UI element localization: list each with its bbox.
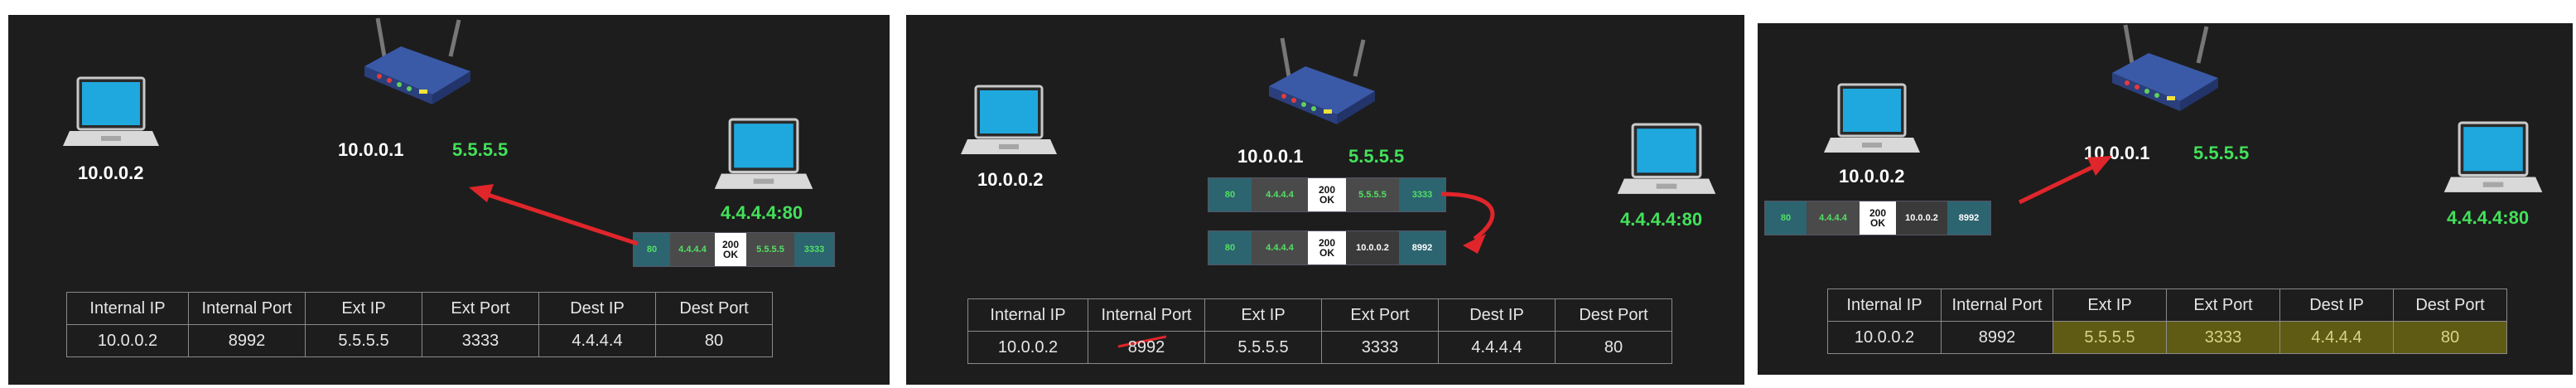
table-cell: 3333 [1321,331,1439,364]
table-header-cell: Dest IP [538,292,656,325]
table-header-cell: Internal Port [1088,298,1205,332]
table-row: 10.0.0.2 8992 5.5.5.5 3333 4.4.4.4 80 [66,324,773,357]
table-header-cell: Ext Port [1321,298,1439,332]
table-header-cell: Dest Port [655,292,773,325]
table-header-cell: Ext Port [2166,289,2280,322]
table-cell: 4.4.4.4 [1438,331,1556,364]
diagram-panel-2: 10.0.0.2 10.0.0.1 5.5.5.5 4.4.4.4:80 80 … [906,15,1744,385]
table-header-cell: Ext IP [1204,298,1322,332]
table-cell: 8992 [188,324,306,357]
table-row: 10.0.0.2 8992 5.5.5.5 3333 4.4.4.4 80 [967,331,1672,364]
table-header-cell: Ext Port [422,292,539,325]
table-header-cell: Dest Port [1555,298,1672,332]
table-header-cell: Internal Port [188,292,306,325]
table-header-cell: Internal Port [1941,289,2053,322]
table-header-cell: Internal IP [967,298,1088,332]
table-cell-highlighted: 3333 [2166,321,2280,354]
table-header-cell: Dest IP [2279,289,2394,322]
table-header-row: Internal IP Internal Port Ext IP Ext Por… [66,292,773,325]
nat-table: Internal IP Internal Port Ext IP Ext Por… [967,298,1672,364]
nat-table: Internal IP Internal Port Ext IP Ext Por… [1827,289,2507,354]
table-header-cell: Dest IP [1438,298,1556,332]
table-cell: 3333 [422,324,539,357]
table-header-row: Internal IP Internal Port Ext IP Ext Por… [1827,289,2507,322]
table-cell: 10.0.0.2 [967,331,1088,364]
table-cell: 80 [1555,331,1672,364]
table-cell: 10.0.0.2 [1827,321,1942,354]
table-header-cell: Internal IP [1827,289,1942,322]
table-cell: 10.0.0.2 [66,324,189,357]
table-cell-highlighted: 4.4.4.4 [2279,321,2394,354]
table-header-row: Internal IP Internal Port Ext IP Ext Por… [967,298,1672,332]
table-header-cell: Dest Port [2393,289,2507,322]
table-header-cell: Internal IP [66,292,189,325]
table-cell: 8992 [1941,321,2053,354]
table-header-cell: Ext IP [2053,289,2167,322]
table-cell: 5.5.5.5 [305,324,422,357]
table-cell: 80 [655,324,773,357]
table-header-cell: Ext IP [305,292,422,325]
diagram-panel-1: 10.0.0.2 10.0.0.1 5.5.5.5 4.4.4.4:80 80 … [8,15,890,385]
table-cell: 4.4.4.4 [538,324,656,357]
table-cell-highlighted: 80 [2393,321,2507,354]
table-cell: 8992 [1088,331,1205,364]
table-cell: 5.5.5.5 [1204,331,1322,364]
table-cell-highlighted: 5.5.5.5 [2053,321,2167,354]
table-row: 10.0.0.2 8992 5.5.5.5 3333 4.4.4.4 80 [1827,321,2507,354]
nat-table: Internal IP Internal Port Ext IP Ext Por… [66,292,773,357]
diagram-panel-3: 10.0.0.2 10.0.0.1 5.5.5.5 4.4.4.4:80 80 … [1758,23,2573,375]
